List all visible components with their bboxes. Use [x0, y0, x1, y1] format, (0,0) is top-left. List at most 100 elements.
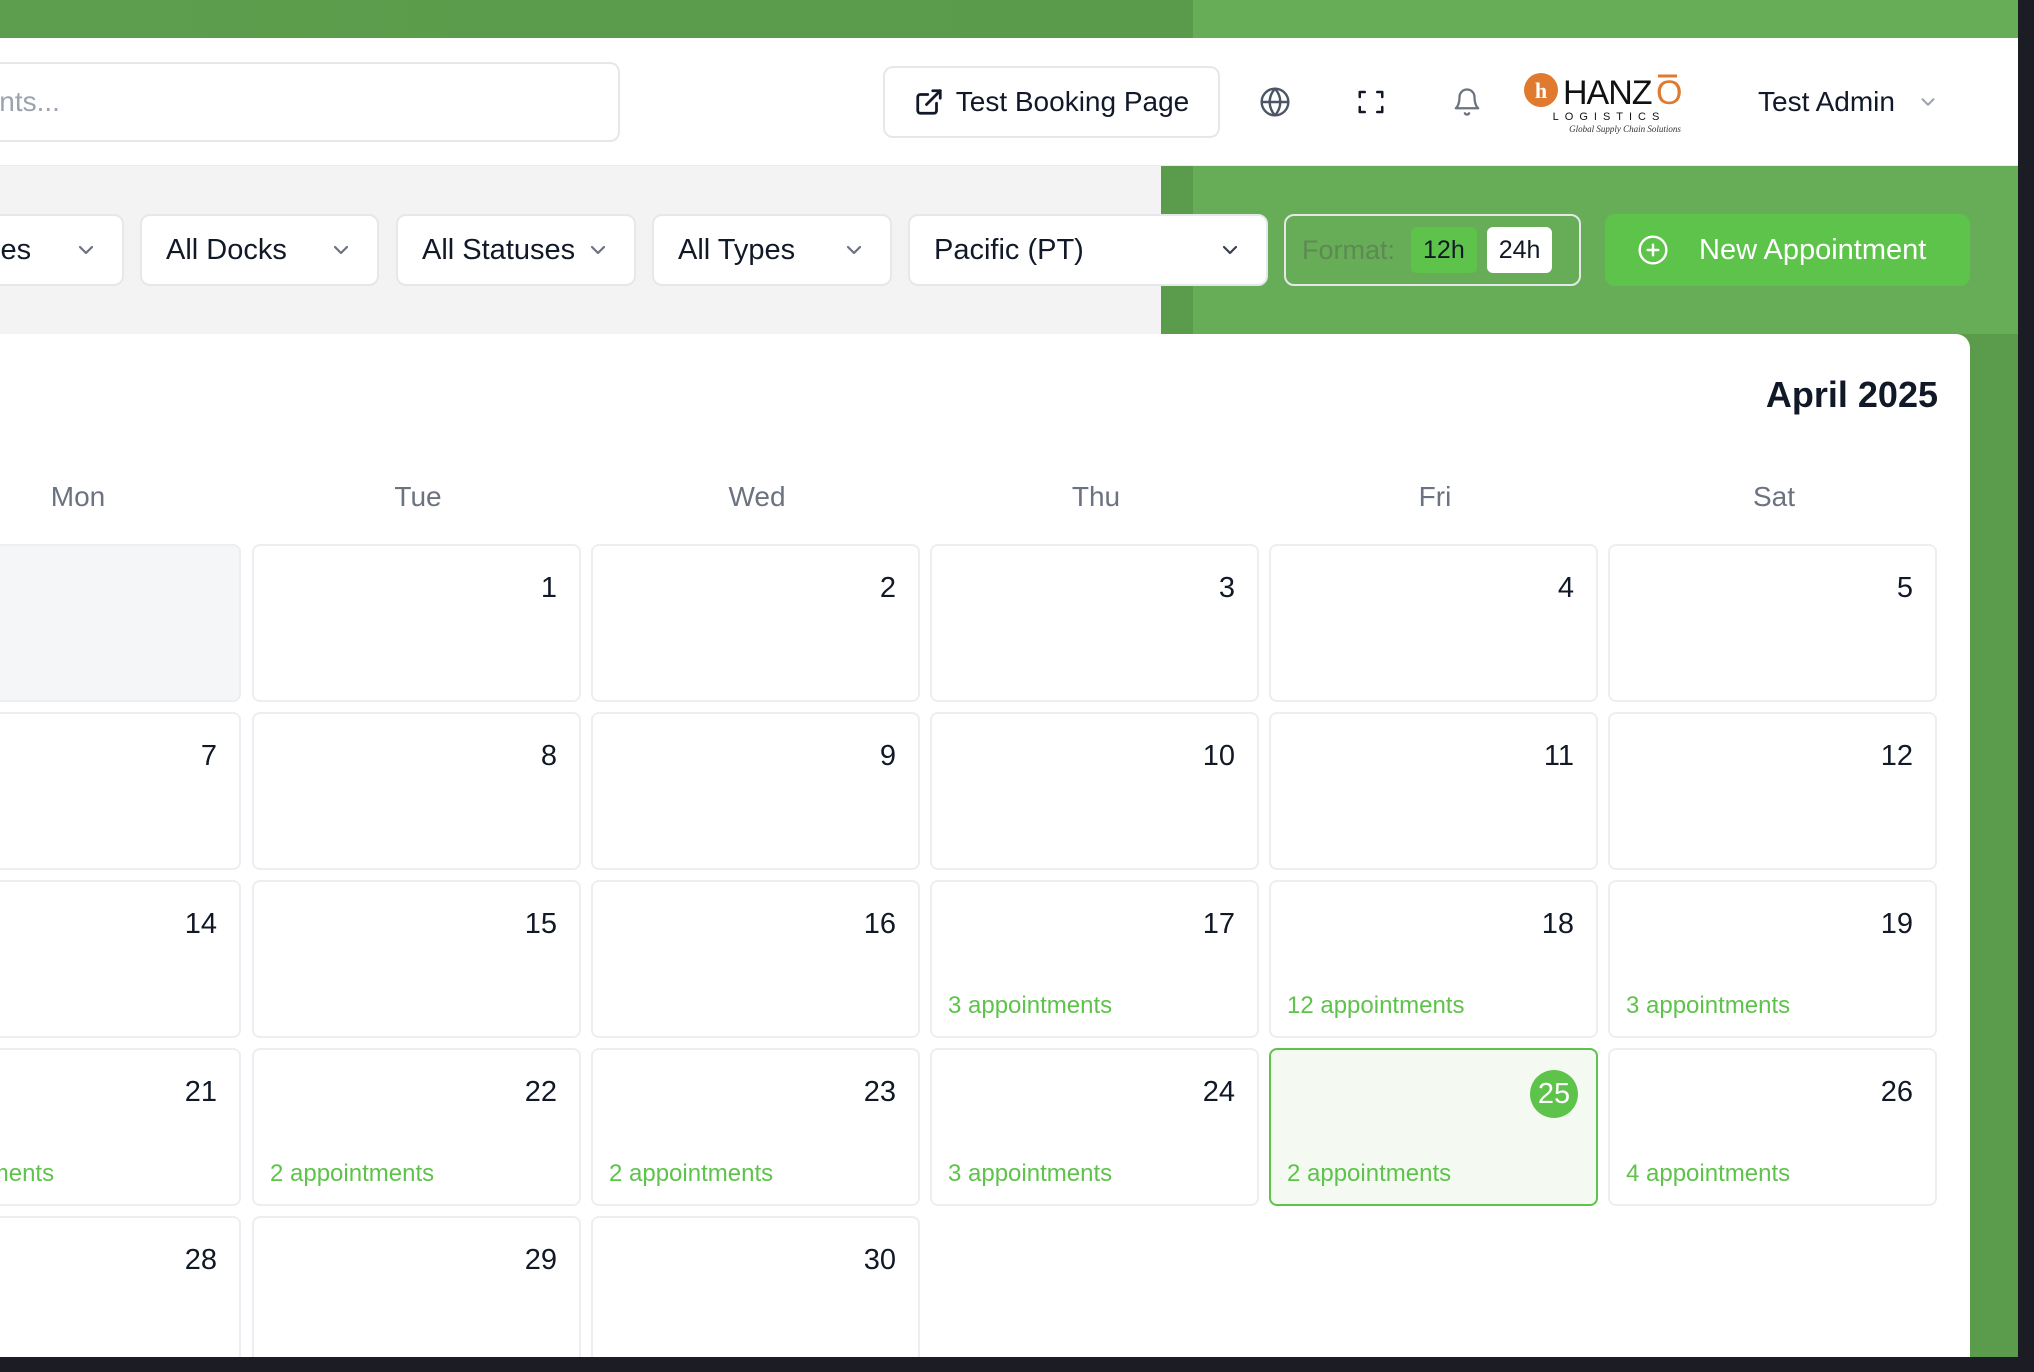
fullscreen-icon[interactable]	[1353, 84, 1389, 120]
chevron-down-icon	[329, 238, 353, 262]
appointment-count-link[interactable]: appointments	[0, 1160, 54, 1188]
top-accent-strip-right	[1193, 0, 2018, 38]
weekday-label-mon: Mon	[50, 481, 106, 512]
weekday-label-thu: Thu	[1071, 481, 1121, 512]
calendar-day-empty	[0, 544, 241, 702]
type-select[interactable]: All Types	[652, 214, 892, 286]
calendar-day-19[interactable]: 19 3 appointments	[1608, 880, 1937, 1038]
appointment-count-link[interactable]: 2 appointments	[1287, 1160, 1451, 1188]
calendar-day-17[interactable]: 17 3 appointments	[930, 880, 1259, 1038]
globe-icon[interactable]	[1257, 84, 1293, 120]
calendar-day-24[interactable]: 24 3 appointments	[930, 1048, 1259, 1206]
status-select[interactable]: All Statuses	[396, 214, 636, 286]
calendar-month-title: April 2025	[1765, 374, 1938, 415]
weekday-label-fri: Fri	[1418, 481, 1452, 512]
calendar-day-9[interactable]: 9	[591, 712, 920, 870]
window-edge-bottom	[0, 1357, 2034, 1372]
appointment-count-link[interactable]: 3 appointments	[948, 992, 1112, 1020]
calendar-day-16[interactable]: 16	[591, 880, 920, 1038]
timezone-select[interactable]: Pacific (PT)	[908, 214, 1268, 286]
format-label: Format:	[1302, 234, 1396, 265]
search-box[interactable]	[0, 62, 620, 142]
calendar-day-23[interactable]: 23 2 appointments	[591, 1048, 920, 1206]
day-number: 4	[1557, 572, 1574, 604]
day-number: 11	[1543, 740, 1574, 772]
calendar-day-15[interactable]: 15	[252, 880, 581, 1038]
day-number: 22	[524, 1076, 557, 1108]
svg-text:HANZ: HANZ	[1563, 74, 1652, 112]
window-edge-right	[2018, 0, 2034, 1372]
day-number: 26	[1880, 1076, 1913, 1108]
day-number: 16	[863, 908, 896, 940]
day-number: 23	[863, 1076, 896, 1108]
format-12h-button[interactable]: 12h	[1411, 227, 1477, 273]
day-number: 30	[863, 1244, 896, 1276]
calendar-day-5[interactable]: 5	[1608, 544, 1937, 702]
app-header: Test Booking Page h	[0, 38, 2018, 166]
format-24h-button[interactable]: 24h	[1486, 227, 1553, 273]
day-number: 3	[1218, 572, 1235, 604]
app-viewport: Test Booking Page h	[0, 0, 2018, 1357]
appointment-count-link[interactable]: 12 appointments	[1287, 992, 1464, 1020]
calendar-day-1[interactable]: 1	[252, 544, 581, 702]
chevron-down-icon	[1218, 238, 1242, 262]
dock-select[interactable]: All Docks	[140, 214, 379, 286]
calendar-day-3[interactable]: 3	[930, 544, 1259, 702]
calendar-day-21[interactable]: 21 appointments	[0, 1048, 241, 1206]
calendar-day-29[interactable]: 29	[252, 1216, 581, 1357]
calendar-day-8[interactable]: 8	[252, 712, 581, 870]
test-booking-page-button[interactable]: Test Booking Page	[883, 66, 1220, 138]
calendar-day-28[interactable]: 28	[0, 1216, 241, 1357]
top-accent-strip	[0, 0, 2018, 38]
test-booking-page-label: Test Booking Page	[955, 86, 1190, 117]
calendar-day-30[interactable]: 30	[591, 1216, 920, 1357]
dock-select-value: All Docks	[166, 233, 287, 266]
calendar-day-12[interactable]: 12	[1608, 712, 1937, 870]
day-number: 12	[1880, 740, 1913, 772]
svg-text:h: h	[1535, 78, 1547, 103]
chevron-down-icon	[74, 238, 98, 262]
chevron-down-icon	[586, 238, 610, 262]
day-number: 18	[1541, 908, 1574, 940]
day-number: 24	[1202, 1076, 1235, 1108]
calendar-day-7[interactable]: 7	[0, 712, 241, 870]
calendar-day-22[interactable]: 22 2 appointments	[252, 1048, 581, 1206]
day-number: 1	[540, 572, 557, 604]
bell-icon[interactable]	[1449, 84, 1485, 120]
weekday-label-sat: Sat	[1752, 481, 1796, 512]
calendar-day-10[interactable]: 10	[930, 712, 1259, 870]
day-number: 7	[200, 740, 217, 772]
user-menu[interactable]: Test Admin	[1758, 82, 1939, 122]
time-format-toggle: Format: 12h 24h	[1284, 214, 1581, 286]
appointment-count-link[interactable]: 4 appointments	[1626, 1160, 1790, 1188]
appointment-count-link[interactable]: 2 appointments	[270, 1160, 434, 1188]
new-appointment-label: New Appointment	[1699, 233, 1927, 266]
weekday-label-tue: Tue	[394, 481, 442, 512]
svg-text:O: O	[1656, 74, 1682, 112]
day-number: 5	[1896, 572, 1913, 604]
facility-select-value: All Facilities	[0, 233, 32, 266]
calendar-day-2[interactable]: 2	[591, 544, 920, 702]
day-number: 15	[524, 908, 557, 940]
calendar-day-25[interactable]: 25 2 appointments	[1269, 1048, 1598, 1206]
day-number: 21	[184, 1076, 217, 1108]
day-number: 17	[1202, 908, 1235, 940]
facility-select[interactable]: All Facilities	[0, 214, 124, 286]
calendar-day-4[interactable]: 4	[1269, 544, 1598, 702]
calendar-day-11[interactable]: 11	[1269, 712, 1598, 870]
appointment-count-link[interactable]: 2 appointments	[609, 1160, 773, 1188]
appointment-count-link[interactable]: 3 appointments	[948, 1160, 1112, 1188]
type-select-value: All Types	[678, 233, 796, 266]
search-input[interactable]	[0, 86, 612, 118]
new-appointment-button[interactable]: New Appointment	[1605, 214, 1970, 286]
svg-text:LOGISTICS: LOGISTICS	[1553, 111, 1666, 123]
calendar-day-18[interactable]: 18 12 appointments	[1269, 880, 1598, 1038]
calendar-day-14[interactable]: 14	[0, 880, 241, 1038]
appointment-count-link[interactable]: 3 appointments	[1626, 992, 1790, 1020]
day-number: 2	[879, 572, 896, 604]
company-logo: h HANZ O LOGISTICS Global Supply Chain S…	[1521, 70, 1696, 136]
day-number: 9	[879, 740, 896, 772]
day-number: 10	[1202, 740, 1235, 772]
calendar-day-26[interactable]: 26 4 appointments	[1608, 1048, 1937, 1206]
day-number: 8	[540, 740, 557, 772]
